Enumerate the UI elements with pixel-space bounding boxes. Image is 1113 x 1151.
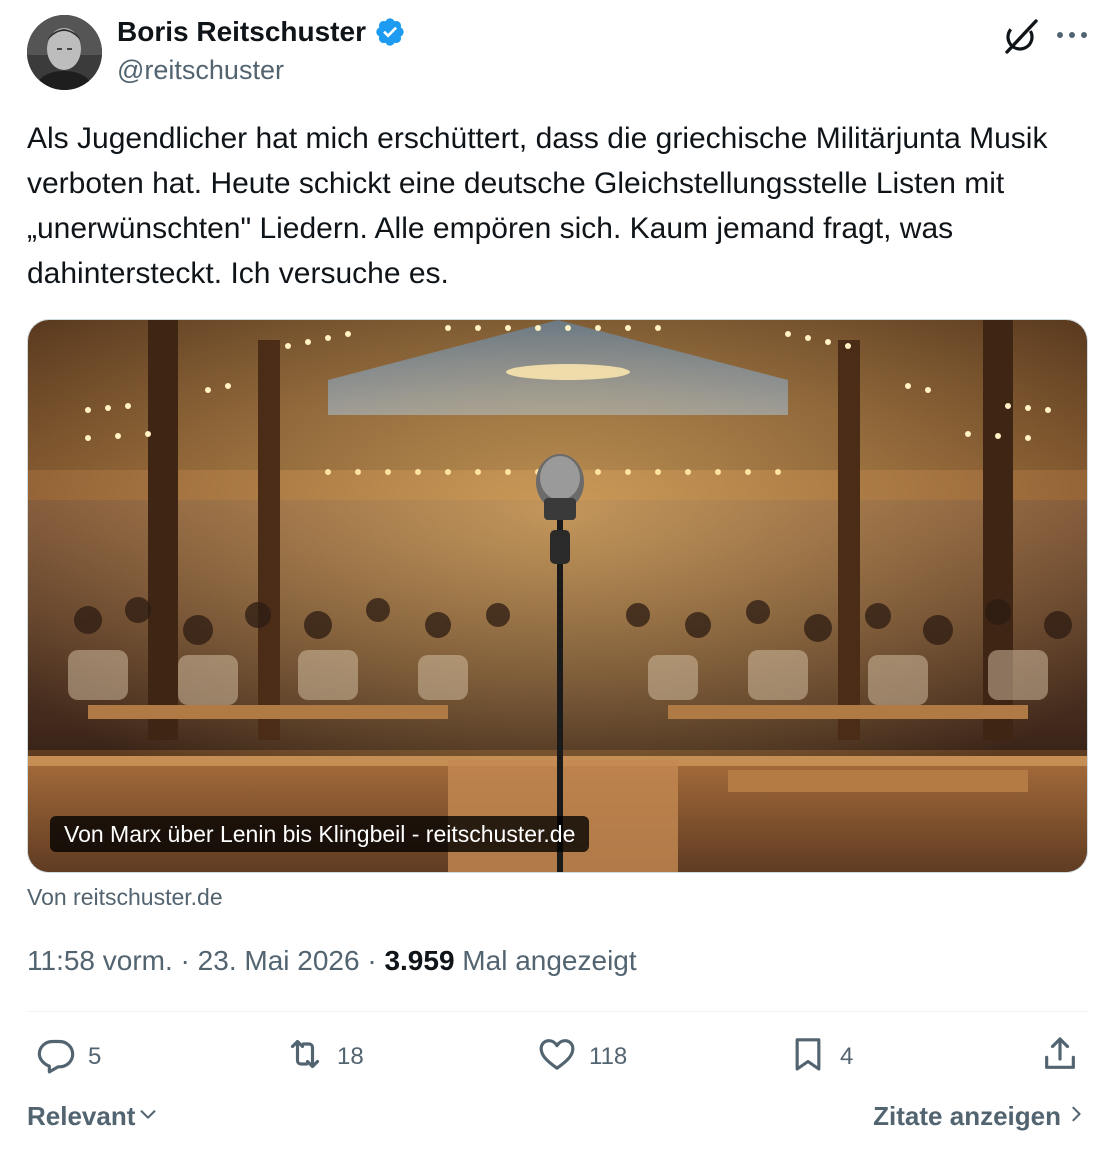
view-label: Mal angezeigt [454,945,637,976]
quotes-label: Zitate anzeigen [873,1101,1061,1131]
link-card-image[interactable] [27,319,1088,873]
reply-button[interactable]: 5 [36,1034,101,1080]
author-handle[interactable]: @reitschuster [117,55,284,86]
author-name-row[interactable]: Boris Reitschuster [117,16,406,48]
avatar[interactable] [27,15,102,90]
like-button[interactable]: 118 [537,1034,627,1080]
chevron-right-icon [1067,1101,1085,1132]
tweet-time[interactable]: 11:58 vorm. [27,945,173,976]
more-icon[interactable] [1052,18,1092,52]
card-caption: Von Marx über Lenin bis Klingbeil - reit… [50,816,590,852]
reply-icon [36,1034,76,1081]
like-count: 118 [589,1043,628,1070]
repost-button[interactable]: 18 [285,1034,364,1080]
repost-count: 18 [337,1043,364,1070]
view-quotes-link[interactable]: Zitate anzeigen [873,1101,1085,1132]
verified-badge-icon [374,16,406,48]
tweet-meta: 11:58 vorm. · 23. Mai 2026 · 3.959 Mal a… [27,945,637,977]
sort-dropdown[interactable]: Relevant [27,1101,159,1132]
meta-separator: · [172,945,198,976]
card-source[interactable]: Von reitschuster.de [27,884,223,911]
divider [27,1011,1088,1012]
author-name[interactable]: Boris Reitschuster [117,16,366,48]
sort-label: Relevant [27,1101,136,1131]
share-icon [1040,1034,1080,1081]
reply-count: 5 [88,1043,102,1070]
repost-icon [285,1034,325,1081]
tweet-text: Als Jugendlicher hat mich erschüttert, d… [27,122,1048,290]
view-count: 3.959 [384,945,455,976]
bookmark-count: 4 [840,1043,854,1070]
heart-icon [537,1034,577,1081]
tweet-date[interactable]: 23. Mai 2026 [198,945,360,976]
share-button[interactable] [1040,1034,1080,1080]
grok-icon[interactable] [1001,16,1041,56]
bookmark-icon [788,1034,828,1081]
chevron-down-icon [137,1101,159,1132]
meta-separator: · [359,945,385,976]
bookmark-button[interactable]: 4 [788,1034,853,1080]
